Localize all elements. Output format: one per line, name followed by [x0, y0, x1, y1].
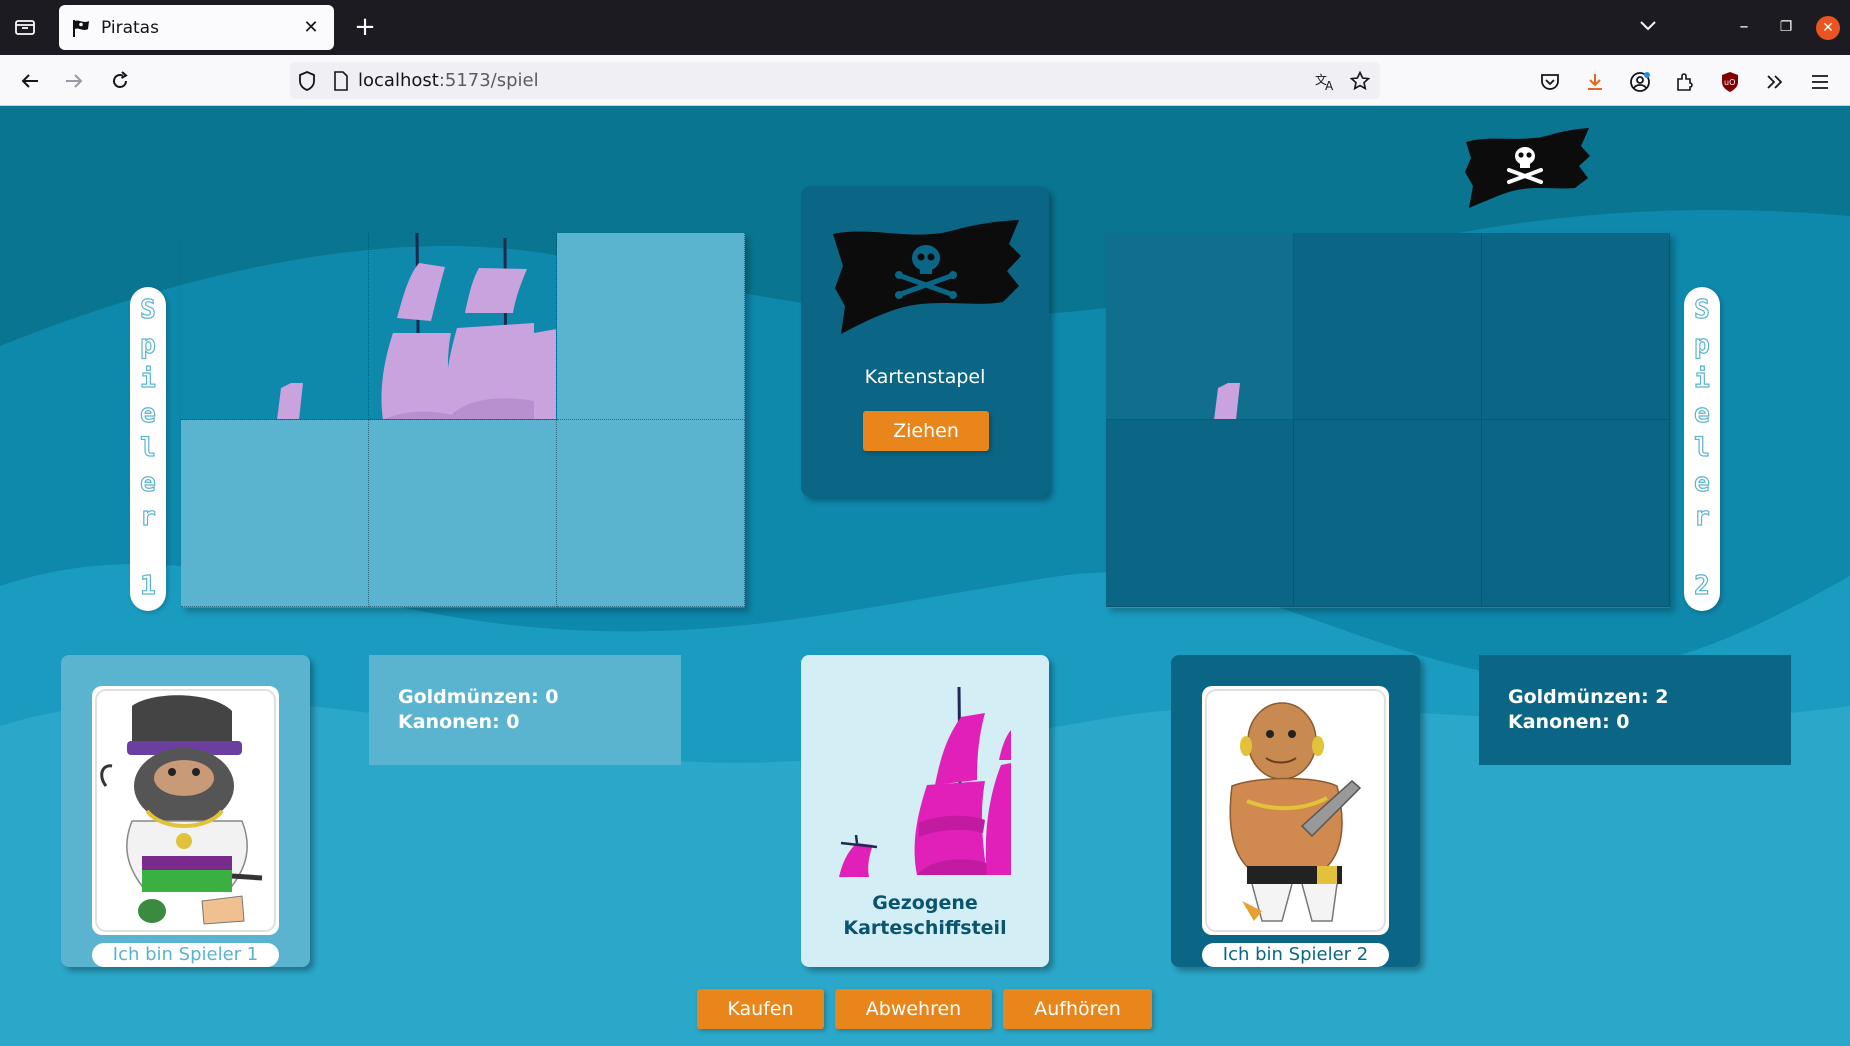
label-letter: e	[140, 398, 157, 429]
player1-name: Ich bin Spieler 1	[92, 943, 279, 967]
board-cell[interactable]	[181, 233, 369, 420]
account-icon[interactable]	[1626, 68, 1654, 96]
player1-ship-board	[181, 233, 745, 608]
browser-tab-bar: Piratas ✕ + – ❐ ✕	[0, 0, 1850, 55]
board-cell-empty[interactable]	[557, 420, 745, 607]
board-cell-empty[interactable]	[369, 420, 557, 607]
tracking-shield-icon[interactable]	[290, 70, 324, 91]
board-cell-empty[interactable]	[1294, 233, 1482, 420]
board-cell-empty[interactable]	[1106, 420, 1294, 607]
label-letter: l	[140, 432, 157, 463]
board-cell-empty[interactable]	[557, 233, 745, 420]
label-letter: S	[140, 294, 157, 325]
player1-card[interactable]: Ich bin Spieler 1	[61, 655, 310, 967]
svg-text:uO: uO	[1724, 78, 1735, 87]
stop-button[interactable]: Aufhören	[1003, 989, 1152, 1029]
drawn-ship-part-magenta	[839, 686, 1011, 878]
tab-close-icon[interactable]: ✕	[300, 17, 322, 38]
browser-nav-bar: localhost:5173/spiel 文A uO	[0, 55, 1850, 106]
player2-ship-board	[1106, 233, 1670, 608]
label-letter: r	[140, 501, 157, 532]
window-close-icon[interactable]: ✕	[1816, 16, 1840, 40]
hamburger-menu-icon[interactable]	[1806, 68, 1834, 96]
window-restore-icon[interactable]: ❐	[1772, 12, 1800, 42]
downloads-icon[interactable]	[1581, 68, 1609, 96]
url-path: :5173/spiel	[438, 70, 539, 91]
ublock-shield-icon[interactable]: uO	[1716, 68, 1744, 96]
label-letter: p	[140, 329, 157, 360]
player1-portrait	[92, 686, 279, 935]
player1-vertical-label: S p i e l e r 1	[130, 287, 166, 611]
board-cell-empty[interactable]	[1482, 233, 1670, 420]
label-letter: i	[140, 363, 157, 394]
more-tools-chevrons-icon[interactable]	[1761, 68, 1789, 96]
window-minimize-icon[interactable]: –	[1730, 12, 1758, 42]
player2-stats-panel: Goldmünzen: 2 Kanonen: 0	[1479, 655, 1791, 765]
player2-vertical-label: S p i e l e r 2	[1684, 287, 1720, 611]
player1-stats-panel: Goldmünzen: 0 Kanonen: 0	[369, 655, 681, 765]
board-cell-empty[interactable]	[181, 420, 369, 607]
card-deck-panel: Kartenstapel Ziehen	[801, 186, 1049, 497]
label-letter: S	[1694, 294, 1711, 325]
tab-list-icon[interactable]	[12, 14, 38, 40]
url-host: localhost	[358, 70, 439, 91]
label-letter: l	[1694, 432, 1711, 463]
player2-name: Ich bin Spieler 2	[1202, 943, 1389, 967]
game-page: S p i e l e r 1 Kartenstapel Ziehen S p …	[0, 106, 1850, 1046]
player2-card[interactable]: Ich bin Spieler 2	[1171, 655, 1420, 967]
extensions-puzzle-icon[interactable]	[1671, 68, 1699, 96]
label-letter: 2	[1694, 570, 1711, 601]
url-bar[interactable]: localhost:5173/spiel 文A	[290, 62, 1380, 99]
page-info-icon[interactable]	[324, 70, 358, 91]
back-arrow-icon[interactable]	[14, 65, 46, 97]
drawn-card-title: Gezogene Karteschiffsteil	[801, 891, 1049, 941]
player2-portrait	[1202, 686, 1389, 935]
player2-cannons: Kanonen: 0	[1508, 711, 1630, 733]
draw-card-button[interactable]: Ziehen	[863, 411, 989, 451]
reload-icon[interactable]	[104, 65, 136, 97]
ship-part-lilac	[381, 233, 556, 419]
current-turn-pirate-flag-icon	[1465, 128, 1590, 208]
player2-gold: Goldmünzen: 2	[1508, 686, 1669, 708]
pocket-icon[interactable]	[1536, 68, 1564, 96]
deck-title: Kartenstapel	[864, 366, 986, 388]
bookmark-star-icon[interactable]	[1346, 67, 1374, 95]
drawn-card-title-line1: Gezogene	[872, 892, 978, 914]
label-letter: p	[1694, 329, 1711, 360]
pirate-flag-favicon-icon	[71, 18, 91, 38]
label-letter: i	[1694, 363, 1711, 394]
forward-arrow-icon[interactable]	[58, 65, 90, 97]
label-letter: 1	[140, 570, 157, 601]
defend-button[interactable]: Abwehren	[835, 989, 992, 1029]
label-letter: e	[1694, 398, 1711, 429]
pirate-flag-icon	[833, 220, 1021, 334]
new-tab-icon[interactable]: +	[350, 12, 380, 42]
tab-title: Piratas	[101, 17, 159, 38]
board-cell-empty[interactable]	[1482, 420, 1670, 607]
label-letter: e	[140, 467, 157, 498]
board-cell-empty[interactable]	[1294, 420, 1482, 607]
player1-gold: Goldmünzen: 0	[398, 686, 559, 708]
board-cell[interactable]	[369, 233, 557, 420]
svg-text:A: A	[1325, 79, 1334, 91]
board-cell[interactable]	[1106, 233, 1294, 420]
browser-tab-active[interactable]: Piratas ✕	[59, 5, 334, 50]
translate-icon[interactable]: 文A	[1312, 67, 1340, 95]
label-letter: e	[1694, 467, 1711, 498]
label-letter: r	[1694, 501, 1711, 532]
drawn-card-title-line2: Karteschiffsteil	[843, 917, 1007, 939]
buy-button[interactable]: Kaufen	[697, 989, 824, 1029]
player1-cannons: Kanonen: 0	[398, 711, 520, 733]
tab-overflow-chevron-icon[interactable]	[1634, 12, 1662, 42]
drawn-card-panel[interactable]: Gezogene Karteschiffsteil	[801, 655, 1049, 967]
